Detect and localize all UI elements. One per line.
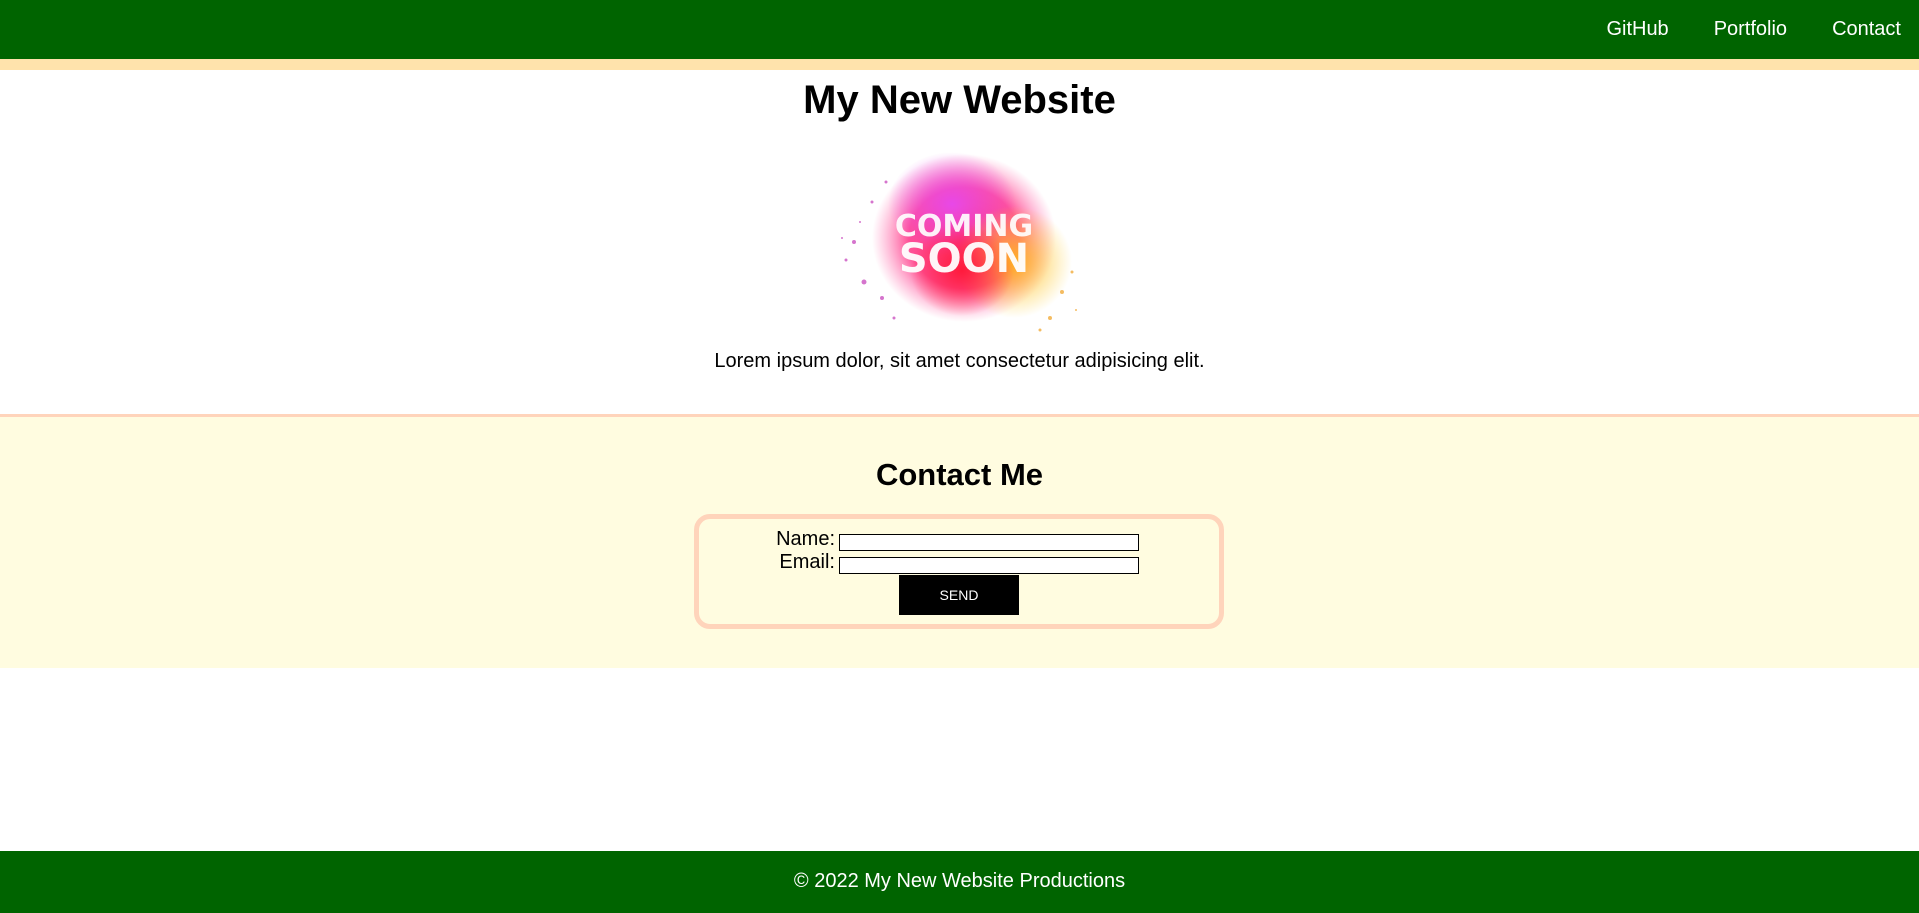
nav-links: GitHub Portfolio Contact [1606,0,1901,59]
coming-soon-image: COMING SOON [841,152,1077,332]
footer-copyright: © 2022 My New Website Productions [793,870,1126,892]
contact-form: Name: Email: SEND [694,514,1224,629]
email-input[interactable] [839,557,1139,574]
nav-link-contact[interactable]: Contact [1832,18,1901,41]
name-label: Name: [776,528,835,550]
nav-link-portfolio[interactable]: Portfolio [1714,18,1787,41]
navbar-accent-stripe [0,59,1919,70]
contact-section: Contact Me Name: Email: SEND [0,414,1919,668]
intro-text: Lorem ipsum dolor, sit amet consectetur … [714,350,1205,372]
name-input[interactable] [839,534,1139,551]
coming-soon-line2: SOON [899,236,1029,282]
contact-title: Contact Me [875,457,1044,492]
top-navbar: GitHub Portfolio Contact [0,0,1919,59]
email-label: Email: [779,551,835,573]
nav-link-github[interactable]: GitHub [1606,18,1668,41]
send-button[interactable]: SEND [899,575,1019,615]
page-title: My New Website [803,78,1116,122]
footer: © 2022 My New Website Productions [0,851,1919,913]
